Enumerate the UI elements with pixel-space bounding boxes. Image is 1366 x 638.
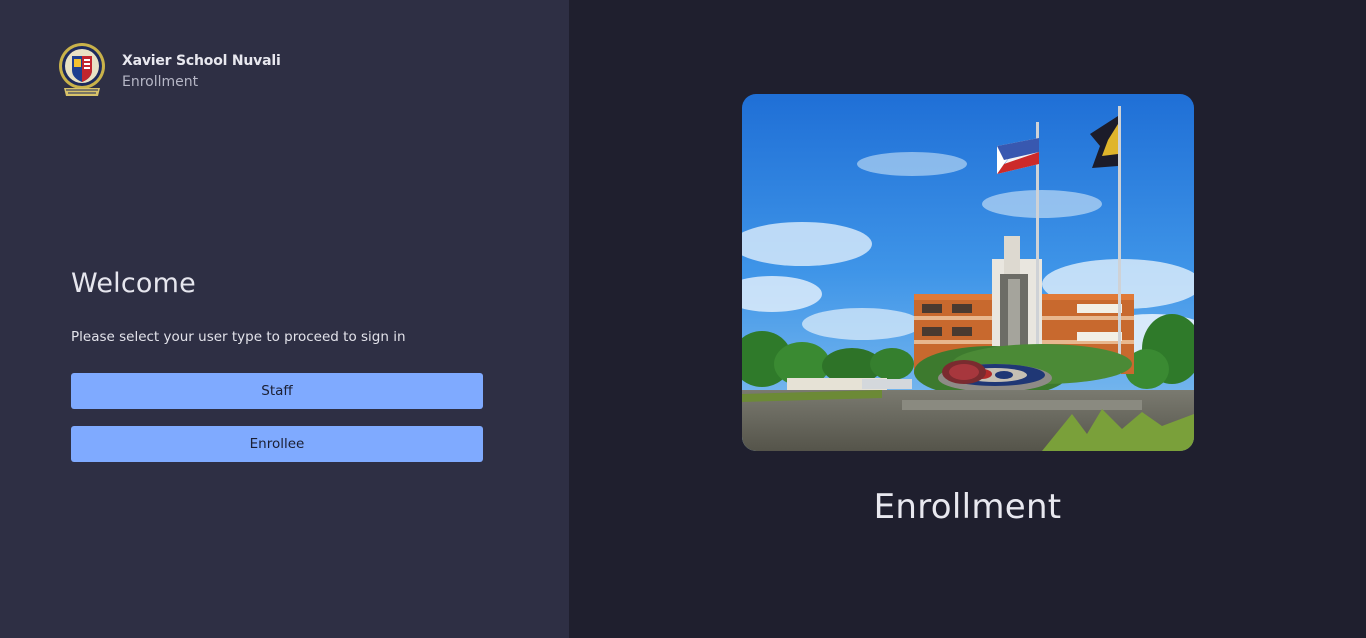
campus-photo [742,94,1194,451]
left-panel: Xavier School Nuvali Enrollment Welcome … [0,0,569,638]
app-subtitle: Enrollment [122,74,199,90]
staff-button[interactable]: Staff [71,373,483,409]
instruction-text: Please select your user type to proceed … [71,329,406,345]
school-name: Xavier School Nuvali [122,53,281,69]
enrollment-caption: Enrollment [873,487,1062,527]
brand-text: Xavier School Nuvali Enrollment [122,51,281,93]
school-crest-icon [58,42,106,102]
login-page: Xavier School Nuvali Enrollment Welcome … [0,0,1366,638]
right-panel: Enrollment [569,0,1366,638]
welcome-heading: Welcome [71,268,196,299]
brand-header: Xavier School Nuvali Enrollment [58,42,281,102]
enrollee-button[interactable]: Enrollee [71,426,483,462]
